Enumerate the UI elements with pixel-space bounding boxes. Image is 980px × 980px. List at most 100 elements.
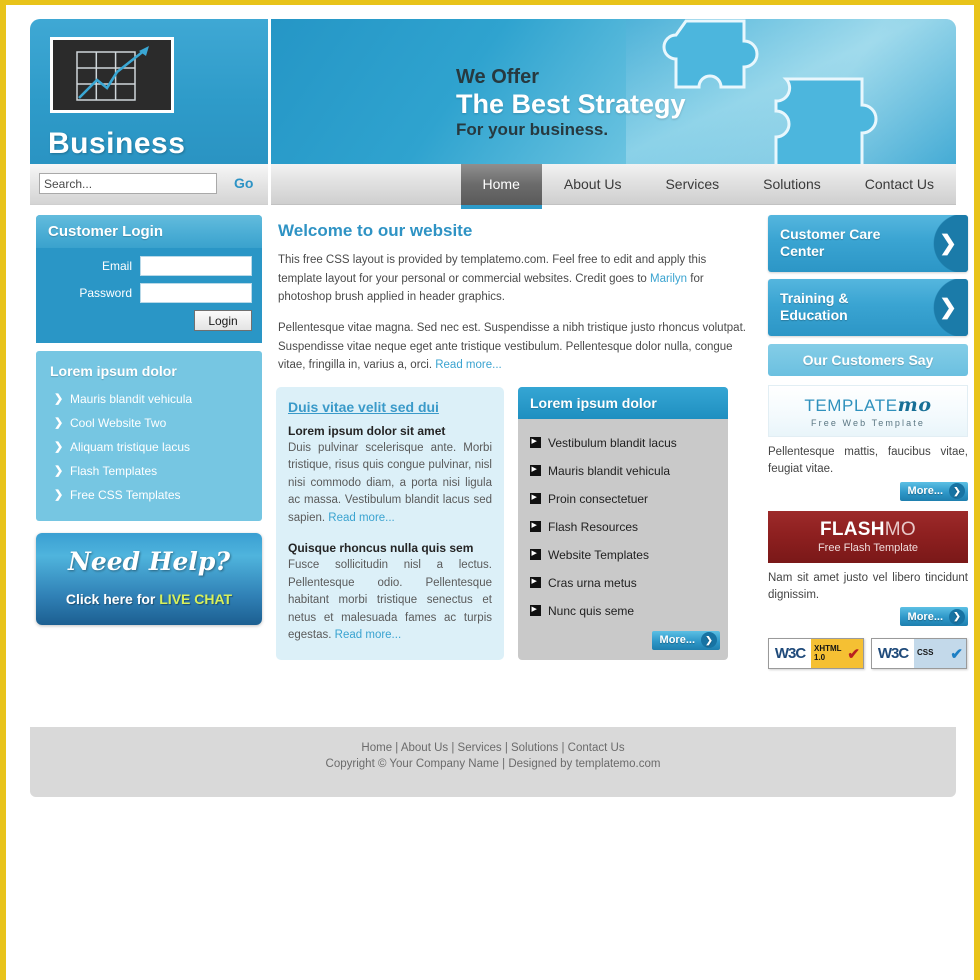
side-link-item[interactable]: Aliquam tristique lacus [54,435,262,459]
more-label: More... [907,485,943,497]
need-help-text: Need Help? [68,547,230,576]
badge-css-body: CSS ✔ [914,639,966,668]
badge-xhtml-valid[interactable]: W3C XHTML 1.0 ✔ [768,638,864,669]
search-area: Go [30,164,268,205]
marilyn-link[interactable]: Marilyn [650,273,687,285]
footer-links[interactable]: Home | About Us | Services | Solutions |… [30,742,956,754]
search-input[interactable] [39,173,217,194]
side-link-item[interactable]: Flash Templates [54,459,262,483]
article-box-heading[interactable]: Duis vitae velit sed dui [288,399,492,415]
list-box-item[interactable]: Cras urna metus [530,569,728,597]
templatemo-logo[interactable]: TEMPLATEmo Free Web Template [768,385,968,437]
list-box-item[interactable]: Website Templates [530,541,728,569]
nav-item-contact-us[interactable]: Contact Us [843,164,956,205]
site-header: Business We Offer The Best Strategy For … [24,14,956,169]
templatemo-logo-sub: Free Web Template [811,418,925,428]
article-text-1: Duis pulvinar scelerisque ante. Morbi tr… [288,440,492,527]
flashmo-logo[interactable]: FLASHMO Free Flash Template [768,510,968,563]
badge-xhtml-body: XHTML 1.0 ✔ [811,639,863,668]
banner-text: We Offer The Best Strategy For your busi… [456,67,686,139]
cta-title: Customer Care Center [780,226,881,259]
ad-flashmo: FLASHMO Free Flash Template Nam sit amet… [768,510,968,626]
list-box-item[interactable]: Flash Resources [530,513,728,541]
nav-item-home[interactable]: Home [460,164,543,209]
cta-title: Training & Education [780,290,849,323]
search-go-button[interactable]: Go [228,174,259,192]
login-form: Email Password Login [36,248,262,343]
nav-item-solutions[interactable]: Solutions [741,164,843,205]
article-read-more-2[interactable]: Read more... [335,629,401,641]
side-links-list: Mauris blandit vehicula Cool Website Two… [36,387,262,507]
more-label: More... [907,610,943,623]
chevron-right-icon: ❯ [922,215,968,272]
templatemo-logo-text: TEMPLATEmo [804,394,931,416]
brand-name: Business [48,127,186,160]
nav-list: Home About Us Services Solutions Contact… [460,164,956,209]
badge-xhtml-line2: 1.0 [814,652,826,662]
validation-badges: W3C XHTML 1.0 ✔ W3C CSS ✔ [768,638,968,669]
live-chat-banner[interactable]: Need Help? Click here for LIVE CHAT [36,533,262,625]
page-title: Welcome to our website [278,221,473,240]
article-subheading-2: Quisque rhoncus nulla quis sem [288,541,474,556]
side-link-item[interactable]: Mauris blandit vehicula [54,387,262,411]
nav-item-about-us[interactable]: About Us [542,164,644,205]
side-link-item[interactable]: Cool Website Two [54,411,262,435]
article-text-2: Fusce sollicitudin nisl a lectus. Pellen… [288,557,492,644]
password-row: Password [46,283,252,303]
cta-training-education[interactable]: Training & Education ❯ [768,279,968,336]
article-box: Duis vitae velit sed dui Lorem ipsum dol… [276,386,504,660]
welcome-paragraph-1: This free CSS layout is provided by temp… [278,251,746,307]
banner-line1: We Offer [456,66,539,88]
live-chat-text: Click here for LIVE CHAT [36,591,262,607]
list-box-item[interactable]: Proin consectetuer [530,485,728,513]
ad-more-button[interactable]: More... ❯ [899,607,968,626]
hero-banner: We Offer The Best Strategy For your busi… [271,19,956,169]
cta-customer-care[interactable]: Customer Care Center ❯ [768,215,968,272]
ad-more-row: More... ❯ [768,481,968,501]
list-box: Lorem ipsum dolor Vestibulum blandit lac… [518,386,728,660]
w3c-logo-icon: W3C [769,639,811,668]
side-links-title: Lorem ipsum dolor [50,363,177,379]
welcome-paragraph-2: Pellentesque vitae magna. Sed nec est. S… [278,319,746,375]
password-label: Password [79,286,132,300]
login-submit-button[interactable]: Login [194,310,252,331]
chevron-right-icon: ❯ [949,608,965,625]
more-label: More... [659,634,695,647]
chevron-right-icon: ❯ [922,279,968,336]
flashmo-logo-text: FLASHMO [820,519,916,541]
side-link-item[interactable]: Free CSS Templates [54,483,262,507]
login-button-row: Login [46,310,252,331]
ad-more-button[interactable]: More... ❯ [899,481,968,501]
footer-copyright: Copyright © Your Company Name | Designed… [325,758,661,770]
email-field[interactable] [140,256,252,276]
badge-css-valid[interactable]: W3C CSS ✔ [871,638,967,669]
article-read-more-1[interactable]: Read more... [328,512,394,524]
w3c-logo-icon: W3C [872,639,914,668]
login-panel-title: Customer Login [36,215,262,248]
chevron-right-icon: ❯ [949,483,965,499]
article-subheading-1: Lorem ipsum dolor sit amet [288,423,446,438]
list-box-item[interactable]: Mauris blandit vehicula [530,457,728,485]
list-box-item[interactable]: Vestibulum blandit lacus [530,429,728,457]
list-box-more-button[interactable]: More... ❯ [651,630,720,650]
main-content: Welcome to our website This free CSS lay… [276,215,756,660]
badge-css-line1: CSS [917,648,934,658]
flashmo-logo-main: FLASH [819,519,885,540]
line-chart-icon [50,37,174,113]
badge-css-label: CSS [917,648,934,658]
ad-more-row: More... ❯ [768,607,968,626]
banner-line2: The Best Strategy [456,89,686,119]
password-field[interactable] [140,283,252,303]
flashmo-logo-sub: Free Flash Template [817,542,919,554]
ad-text: Nam sit amet justo vel libero tincidunt … [768,571,968,601]
read-more-link[interactable]: Read more... [435,359,501,371]
list-box-item[interactable]: Nunc quis seme [530,597,728,625]
list-box-heading: Lorem ipsum dolor [518,386,728,419]
nav-item-services[interactable]: Services [643,164,741,205]
banner-line3: For your business. [456,120,609,140]
site-container: Business We Offer The Best Strategy For … [24,14,968,713]
left-sidebar: Customer Login Email Password Login Lore… [30,215,268,625]
brand-block[interactable]: Business [30,19,268,169]
site-footer: Home | About Us | Services | Solutions |… [30,727,956,797]
page-root: Business We Offer The Best Strategy For … [0,0,980,980]
